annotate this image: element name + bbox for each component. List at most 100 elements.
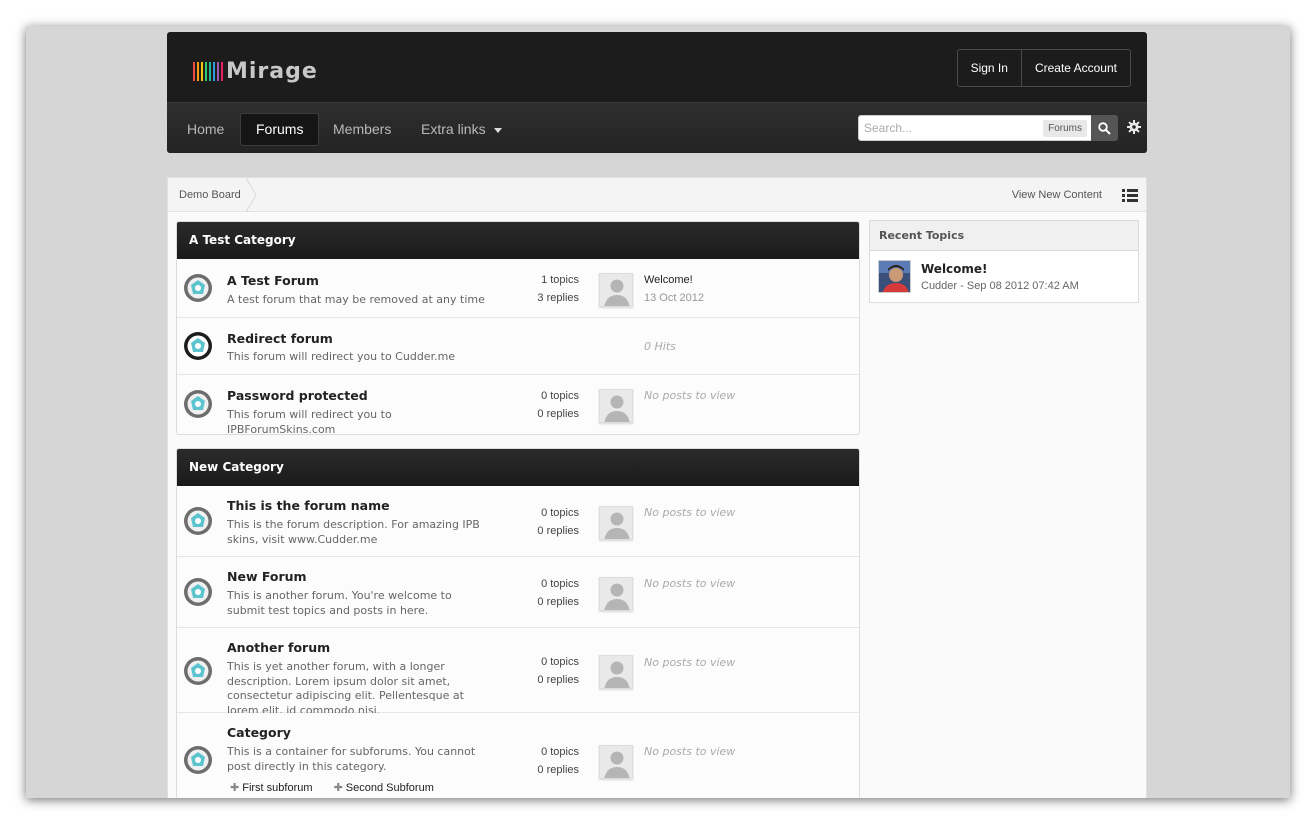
topics-count: 0 topics xyxy=(541,507,579,519)
replies-count: 0 replies xyxy=(537,596,579,608)
forum-description: This is another forum. You're welcome to… xyxy=(227,589,452,617)
recent-topic-title[interactable]: Welcome! xyxy=(921,262,988,276)
avatar[interactable] xyxy=(599,577,633,611)
topics-count: 0 topics xyxy=(541,578,579,590)
view-new-content-link[interactable]: View New Content xyxy=(1012,178,1102,212)
topics-count: 0 topics xyxy=(541,390,579,402)
recent-topics-title: Recent Topics xyxy=(870,221,1138,251)
no-posts-text: No posts to view xyxy=(644,577,736,590)
replies-count: 0 replies xyxy=(537,764,579,776)
default-avatar-icon xyxy=(600,507,632,539)
breadcrumb: Demo Board View New Content xyxy=(168,178,1146,212)
replies-count: 0 replies xyxy=(537,674,579,686)
default-avatar-icon xyxy=(600,390,632,422)
sign-in-link[interactable]: Sign In xyxy=(958,50,1021,86)
forum-description: This is a container for subforums. You c… xyxy=(227,745,476,773)
forum-row: Redirect forum This forum will redirect … xyxy=(177,318,859,375)
forum-read-icon[interactable] xyxy=(183,506,213,536)
category-title[interactable]: New Category xyxy=(177,449,859,486)
forum-description: This forum will redirect you to IPBForum… xyxy=(227,408,392,435)
create-account-link[interactable]: Create Account xyxy=(1020,50,1130,86)
forum-title-link[interactable]: Another forum xyxy=(227,640,330,655)
subforum-bullet-icon: ✚ xyxy=(333,782,343,794)
avatar[interactable] xyxy=(599,745,633,779)
forum-read-icon[interactable] xyxy=(183,745,213,775)
last-post-info: Welcome! 13 Oct 2012 xyxy=(644,271,704,307)
browser-viewport: Mirage Sign In Create Account Home Forum… xyxy=(26,26,1290,798)
forum-title-link[interactable]: Redirect forum xyxy=(227,331,333,346)
avatar[interactable] xyxy=(878,260,911,293)
topics-count: 0 topics xyxy=(541,746,579,758)
forum-row: A Test Forum A test forum that may be re… xyxy=(177,259,859,318)
recent-topics-widget: Recent Topics Welcome! Cudder - Sep 08 2… xyxy=(869,220,1139,303)
forum-stats: 0 topics 0 replies xyxy=(537,743,579,779)
avatar[interactable] xyxy=(599,506,633,540)
forum-row: Category This is a container for subforu… xyxy=(177,713,859,798)
user-photo-icon xyxy=(879,261,910,292)
category-title[interactable]: A Test Category xyxy=(177,222,859,259)
forum-description: This is yet another forum, with a longer… xyxy=(227,660,464,717)
subforum-link[interactable]: ✚ Second Subforum xyxy=(334,782,434,794)
search-button[interactable] xyxy=(1091,115,1118,141)
forum-title-link[interactable]: New Forum xyxy=(227,569,307,584)
forum-read-icon[interactable] xyxy=(183,389,213,419)
no-posts-text: No posts to view xyxy=(644,656,736,669)
forum-read-icon[interactable] xyxy=(183,577,213,607)
avatar[interactable] xyxy=(599,389,633,423)
last-post-title[interactable]: Welcome! xyxy=(644,271,704,289)
replies-count: 0 replies xyxy=(537,408,579,420)
no-posts-text: No posts to view xyxy=(644,745,736,758)
subforum-bullet-icon: ✚ xyxy=(230,782,240,794)
default-avatar-icon xyxy=(600,656,632,688)
default-avatar-icon xyxy=(600,578,632,610)
search-input[interactable] xyxy=(859,116,1034,140)
forum-title-link[interactable]: Category xyxy=(227,725,291,740)
avatar[interactable] xyxy=(599,273,633,307)
forum-row: Password protected This forum will redir… xyxy=(177,375,859,434)
recent-topic-meta: Cudder - Sep 08 2012 07:42 AM xyxy=(921,280,1079,292)
redirect-hits: 0 Hits xyxy=(644,340,676,353)
category-new-category: New Category This is the forum name This… xyxy=(176,448,860,798)
forum-title-link[interactable]: This is the forum name xyxy=(227,498,390,513)
forum-read-icon[interactable] xyxy=(183,656,213,686)
nav-home[interactable]: Home xyxy=(172,113,239,146)
last-post-date: 13 Oct 2012 xyxy=(644,292,704,304)
forum-stats: 0 topics 0 replies xyxy=(537,387,579,423)
category-a-test-category: A Test Category A Test Forum A test foru… xyxy=(176,221,860,435)
forum-description: A test forum that may be removed at any … xyxy=(227,293,485,306)
no-posts-text: No posts to view xyxy=(644,506,736,519)
nav-members[interactable]: Members xyxy=(318,113,406,146)
search-box: Forums xyxy=(858,115,1092,141)
breadcrumb-demo-board[interactable]: Demo Board xyxy=(168,178,252,212)
subforum-link[interactable]: ✚ First subforum xyxy=(230,782,313,794)
primary-nav: Home Forums Members Extra links Forums xyxy=(167,102,1147,153)
no-posts-text: No posts to view xyxy=(644,389,736,402)
default-avatar-icon xyxy=(600,746,632,778)
forum-row: New Forum This is another forum. You're … xyxy=(177,557,859,628)
search-icon xyxy=(1098,121,1111,135)
logo-text: Mirage xyxy=(226,58,318,84)
breadcrumb-separator-icon xyxy=(246,178,257,212)
topics-count: 1 topics xyxy=(541,274,579,286)
nav-extra-links[interactable]: Extra links xyxy=(406,113,517,146)
settings-button[interactable] xyxy=(1126,119,1142,135)
forum-read-icon[interactable] xyxy=(183,273,213,303)
main-content: Demo Board View New Content A Test Categ… xyxy=(167,177,1147,798)
forum-title-link[interactable]: Password protected xyxy=(227,388,368,403)
search-scope-badge[interactable]: Forums xyxy=(1043,120,1087,137)
forum-row: Another forum This is yet another forum,… xyxy=(177,628,859,717)
forum-stats: 0 topics 0 replies xyxy=(537,653,579,689)
forum-stats: 0 topics 0 replies xyxy=(537,504,579,540)
nav-extra-links-label: Extra links xyxy=(421,121,486,137)
redirect-forum-icon[interactable] xyxy=(183,331,213,361)
caret-down-icon xyxy=(493,127,502,133)
avatar[interactable] xyxy=(599,655,633,689)
topics-count: 0 topics xyxy=(541,656,579,668)
forum-title-link[interactable]: A Test Forum xyxy=(227,273,319,288)
list-view-icon[interactable] xyxy=(1122,189,1138,202)
default-avatar-icon xyxy=(600,274,632,306)
site-logo[interactable]: Mirage xyxy=(193,58,318,84)
replies-count: 0 replies xyxy=(537,525,579,537)
forum-description: This forum will redirect you to Cudder.m… xyxy=(227,350,456,363)
nav-forums[interactable]: Forums xyxy=(240,113,320,146)
